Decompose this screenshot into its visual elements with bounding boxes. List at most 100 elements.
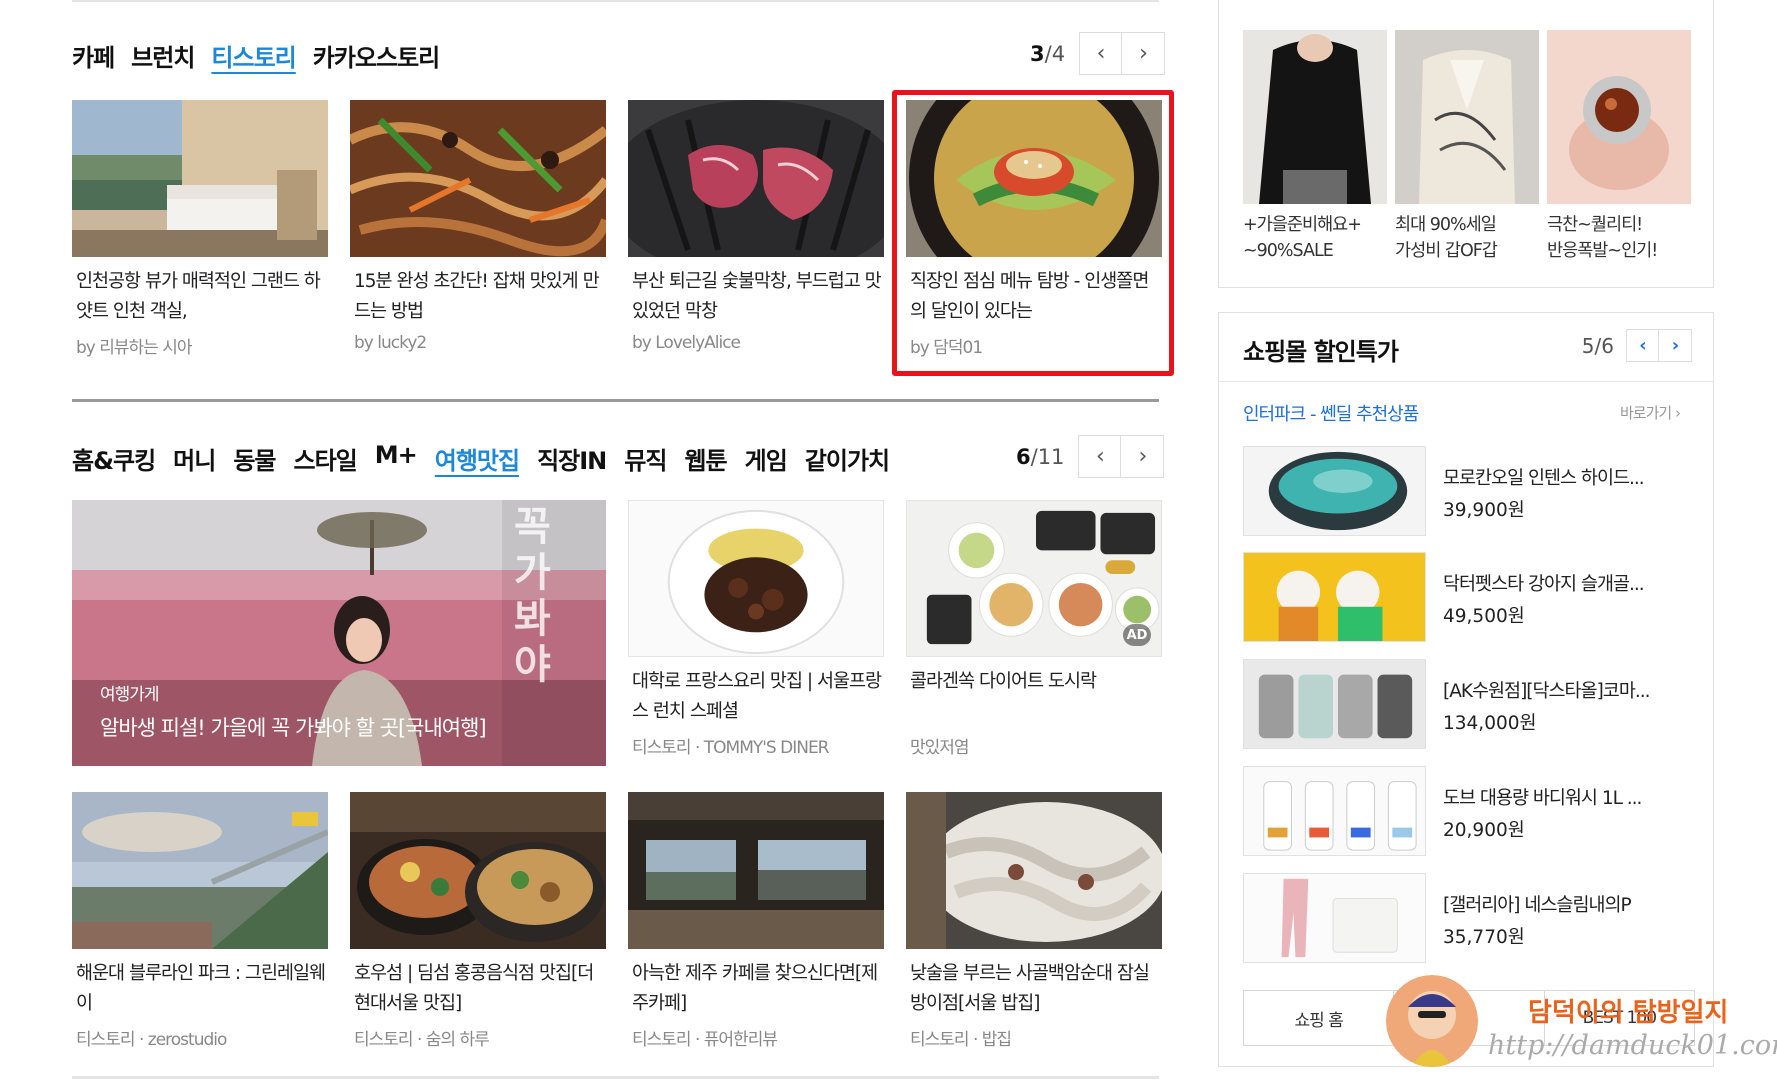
chevron-left-icon: ‹ [1096, 41, 1106, 66]
top-divider [72, 0, 1159, 2]
chevron-right-icon: › [1139, 41, 1148, 66]
tab-travel-food[interactable]: 여행맛집 [435, 441, 520, 476]
story-card[interactable]: 대학로 프랑스요리 맛집 | 서울프랑스 런치 스페셜 티스토리 · TOMMY… [628, 500, 884, 758]
tab-music[interactable]: 뮤직 [624, 441, 667, 476]
shopping-item[interactable]: 닥터펫스타 강아지 슬개골... 49,500원 [1243, 552, 1703, 646]
chevron-right-icon: › [1138, 444, 1148, 469]
shopping-item-name[interactable]: 모로칸오일 인텐스 하이드... [1443, 464, 1645, 490]
shopping-item[interactable]: 모로칸오일 인텐스 하이드... 39,900원 [1243, 446, 1703, 540]
prev-page-button[interactable]: ‹ [1078, 435, 1122, 478]
story-thumbnail[interactable] [350, 100, 606, 257]
shortcut-link[interactable]: 바로가기 › [1620, 402, 1681, 423]
tab-game[interactable]: 게임 [745, 441, 788, 476]
story-card[interactable]: 해운대 블루라인 파크 : 그린레일웨이 티스토리 · zerostudio [72, 792, 328, 1050]
highlight-box [892, 90, 1174, 376]
shopping-item-name[interactable]: 닥터펫스타 강아지 슬개골... [1443, 570, 1645, 596]
story-card[interactable]: 낮술을 부르는 사골백암순대 잠실 방이점[서울 밥집] 티스토리 · 밥집 [906, 792, 1162, 1050]
product-image[interactable] [1243, 30, 1387, 204]
shopping-pager: 5/6 ‹ › [1582, 329, 1692, 362]
section2-pager: 6/11 ‹ › [1016, 435, 1165, 478]
story-thumbnail[interactable] [72, 792, 328, 949]
tab-together-value[interactable]: 같이가치 [805, 441, 890, 476]
product-item[interactable]: 최대 90%세일 가성비 갑OF갑 [1395, 30, 1539, 264]
watermark-url: http://damduck01.com [1488, 1030, 1777, 1061]
tab-cafe[interactable]: 카페 [72, 38, 115, 73]
product-item[interactable]: 극찬~퀄리티! 반응폭발~인기! [1547, 30, 1691, 264]
story-thumbnail[interactable] [628, 500, 884, 657]
featured-title[interactable]: 알바생 피셜! 가을에 꼭 가봐야 할 곳[국내여행] [100, 712, 487, 742]
ad-card[interactable]: AD 콜라겐쏙 다이어트 도시락 맛있저염 [906, 500, 1162, 758]
shopping-home-button[interactable]: 쇼핑 홈 [1243, 990, 1395, 1046]
product-item[interactable]: +가을준비해요+ ~90%SALE [1243, 30, 1387, 264]
next-page-button[interactable]: › [1659, 329, 1692, 362]
shopping-item-price: 39,900원 [1443, 500, 1525, 521]
shopping-item-image[interactable] [1243, 446, 1426, 536]
shopping-item-image[interactable] [1243, 873, 1426, 963]
next-page-button[interactable]: › [1121, 435, 1165, 478]
shopping-item-image[interactable] [1243, 766, 1426, 856]
shopping-header: 쇼핑몰 할인특가 5/6 ‹ › [1218, 312, 1714, 382]
story-title[interactable]: 인천공항 뷰가 매력적인 그랜드 하얏트 인천 객실, [72, 267, 328, 329]
shopping-item[interactable]: 도브 대용량 바디워시 1L ... 20,900원 [1243, 766, 1703, 860]
tab-mplus[interactable]: M+ [375, 441, 418, 476]
ad-title[interactable]: 콜라겐쏙 다이어트 도시락 [906, 667, 1162, 729]
tab-brunch[interactable]: 브런치 [131, 38, 195, 73]
story-title[interactable]: 부산 퇴근길 숯불막창, 부드럽고 맛있었던 막창 [628, 267, 884, 329]
shopping-item-price: 134,000원 [1443, 713, 1537, 734]
product-text[interactable]: 극찬~퀄리티! 반응폭발~인기! [1547, 212, 1691, 264]
shopping-item[interactable]: [AK수원점][닥스타올]코마... 134,000원 [1243, 659, 1703, 753]
story-thumbnail[interactable] [628, 792, 884, 949]
overlay-vertical-text: 꼭 가봐야 [514, 504, 551, 688]
story-card[interactable]: 인천공항 뷰가 매력적인 그랜드 하얏트 인천 객실, by 리뷰하는 시아 [72, 100, 328, 358]
story-thumbnail[interactable] [906, 792, 1162, 949]
story-card[interactable]: 호우섬 | 딤섬 홍콩음식점 맛집[더현대서울 맛집] 티스토리 · 숨의 하루 [350, 792, 606, 1050]
product-image[interactable] [1547, 30, 1691, 204]
story-source: 티스토리 · 밥집 [910, 1030, 1012, 1050]
story-title[interactable]: 15분 완성 초간단! 잡채 맛있게 만드는 방법 [350, 267, 606, 329]
story-card[interactable]: 부산 퇴근길 숯불막창, 부드럽고 맛있었던 막창 by LovelyAlice [628, 100, 884, 353]
featured-story-card[interactable]: 꼭 가봐야 여행가게 알바생 피셜! 가을에 꼭 가봐야 할 곳[국내여행] [72, 500, 606, 766]
tab-tistory[interactable]: 티스토리 [211, 38, 296, 73]
story-title[interactable]: 아늑한 제주 카페를 찾으신다면[제주카페] [628, 959, 884, 1021]
product-text[interactable]: +가을준비해요+ ~90%SALE [1243, 212, 1387, 264]
story-author: by 리뷰하는 시아 [76, 338, 193, 358]
story-title[interactable]: 대학로 프랑스요리 맛집 | 서울프랑스 런치 스페셜 [628, 667, 884, 729]
story-source: 티스토리 · TOMMY'S DINER [632, 738, 830, 758]
story-thumbnail[interactable] [628, 100, 884, 257]
watermark-title: 담덕이의 탐방일지 [1528, 998, 1729, 1028]
story-card[interactable]: 아늑한 제주 카페를 찾으신다면[제주카페] 티스토리 · 퓨어한리뷰 [628, 792, 884, 1050]
chevron-left-icon: ‹ [1639, 335, 1646, 356]
product-image[interactable] [1395, 30, 1539, 204]
story-author: by LovelyAlice [632, 333, 741, 353]
page-indicator: 6/11 [1016, 444, 1065, 469]
tab-kakaostory[interactable]: 카카오스토리 [313, 38, 440, 73]
shopping-item-name[interactable]: [갤러리아] 네스슬림내의P [1443, 891, 1632, 917]
tab-animal[interactable]: 동물 [233, 441, 276, 476]
shopping-item-name[interactable]: [AK수원점][닥스타올]코마... [1443, 677, 1650, 703]
shopping-item-price: 49,500원 [1443, 606, 1525, 627]
tab-home-cooking[interactable]: 홈&쿠킹 [72, 441, 156, 476]
tab-money[interactable]: 머니 [173, 441, 216, 476]
next-page-button[interactable]: › [1122, 32, 1166, 75]
ad-thumbnail[interactable]: AD [906, 500, 1162, 657]
tab-webtoon[interactable]: 웹툰 [684, 441, 727, 476]
shopping-subtitle-link[interactable]: 인터파크 - 쎈딜 추천상품 [1243, 400, 1419, 426]
shopping-item-name[interactable]: 도브 대용량 바디워시 1L ... [1443, 784, 1642, 810]
story-title[interactable]: 호우섬 | 딤섬 홍콩음식점 맛집[더현대서울 맛집] [350, 959, 606, 1021]
shopping-item-image[interactable] [1243, 659, 1426, 749]
page-indicator: 3/4 [1030, 41, 1066, 66]
shopping-item-price: 20,900원 [1443, 820, 1525, 841]
story-thumbnail[interactable] [350, 792, 606, 949]
shopping-item[interactable]: [갤러리아] 네스슬림내의P 35,770원 [1243, 873, 1703, 967]
tab-work[interactable]: 직장IN [537, 441, 607, 476]
story-title[interactable]: 낮술을 부르는 사골백암순대 잠실 방이점[서울 밥집] [906, 959, 1162, 1021]
story-thumbnail[interactable] [72, 100, 328, 257]
product-text[interactable]: 최대 90%세일 가성비 갑OF갑 [1395, 212, 1539, 264]
story-card[interactable]: 15분 완성 초간단! 잡채 맛있게 만드는 방법 by lucky2 [350, 100, 606, 353]
prev-page-button[interactable]: ‹ [1626, 329, 1659, 362]
bottom-divider [72, 1076, 1159, 1079]
tab-style[interactable]: 스타일 [294, 441, 358, 476]
prev-page-button[interactable]: ‹ [1079, 32, 1123, 75]
shopping-item-image[interactable] [1243, 552, 1426, 642]
story-title[interactable]: 해운대 블루라인 파크 : 그린레일웨이 [72, 959, 328, 1021]
